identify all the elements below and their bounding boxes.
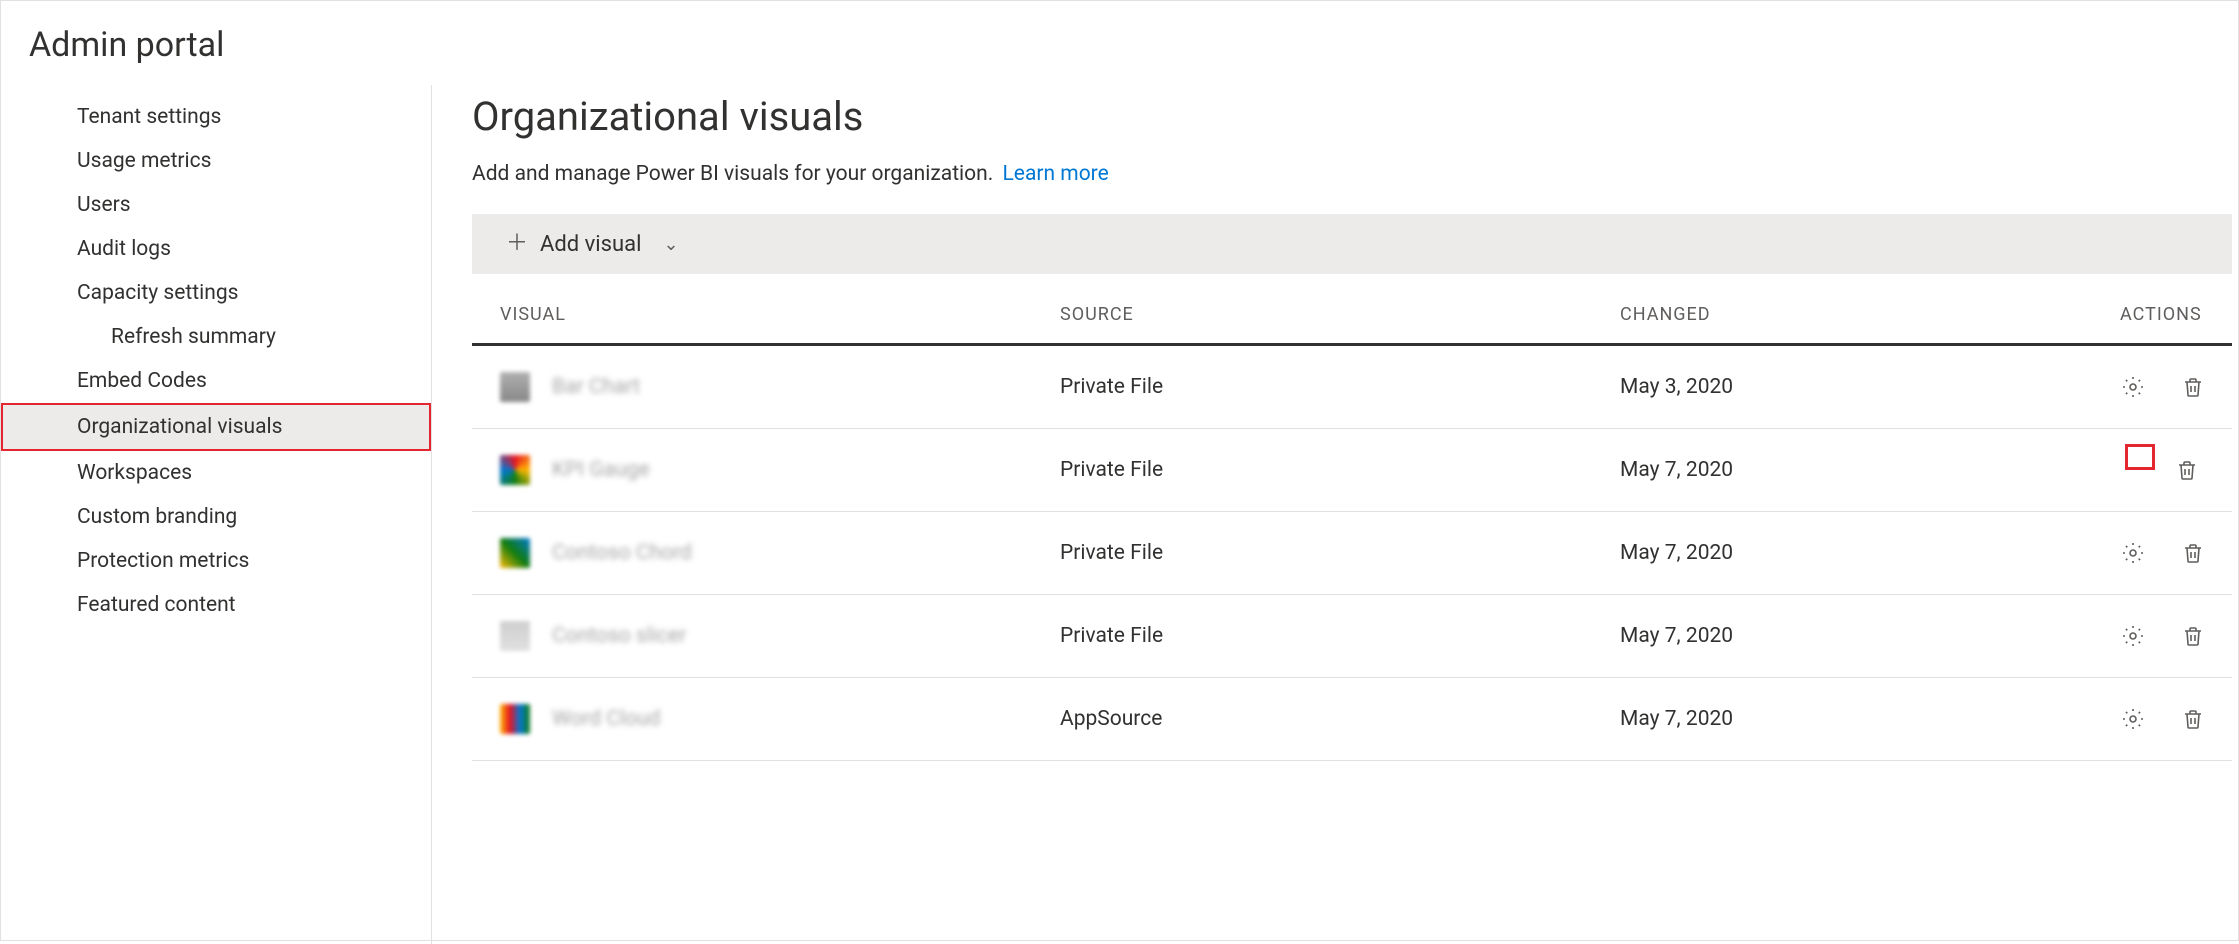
sidebar-item-audit-logs[interactable]: Audit logs — [1, 227, 431, 271]
table-row: Bar Chart Private FileMay 3, 2020 — [472, 346, 2232, 429]
sidebar-item-organizational-visuals[interactable]: Organizational visuals — [1, 403, 431, 451]
visual-thumbnail-icon — [500, 372, 530, 402]
sidebar-item-usage-metrics[interactable]: Usage metrics — [1, 139, 431, 183]
col-actions: ACTIONS — [2120, 304, 2206, 325]
delete-button[interactable] — [2180, 540, 2206, 566]
settings-button[interactable] — [2120, 540, 2146, 566]
cell-changed: May 7, 2020 — [1620, 707, 2120, 731]
table-row: Word Cloud AppSourceMay 7, 2020 — [472, 678, 2232, 761]
cell-actions — [2120, 706, 2210, 732]
cell-visual: Word Cloud — [500, 704, 1060, 734]
sidebar: Tenant settingsUsage metricsUsersAudit l… — [1, 85, 432, 944]
gear-icon — [2121, 541, 2145, 565]
cell-changed: May 7, 2020 — [1620, 541, 2120, 565]
visuals-table: VISUAL SOURCE CHANGED ACTIONS Bar Chart P… — [472, 304, 2232, 761]
add-visual-label: Add visual — [540, 232, 641, 257]
settings-button[interactable] — [2120, 706, 2146, 732]
cell-actions — [2120, 623, 2210, 649]
settings-button[interactable] — [2125, 444, 2155, 470]
visual-name: Word Cloud — [552, 707, 660, 731]
visual-thumbnail-icon — [500, 621, 530, 651]
cell-visual: KPI Gauge — [500, 455, 1060, 485]
table-body: Bar ChartPrivate FileMay 3, 2020KPI Gaug… — [472, 346, 2232, 761]
table-row: Contoso slicer Private FileMay 7, 2020 — [472, 595, 2232, 678]
layout: Tenant settingsUsage metricsUsersAudit l… — [1, 85, 2238, 944]
gear-icon — [2121, 624, 2145, 648]
visual-name: KPI Gauge — [552, 458, 650, 482]
trash-icon — [2181, 541, 2205, 565]
cell-changed: May 7, 2020 — [1620, 624, 2120, 648]
sidebar-item-custom-branding[interactable]: Custom branding — [1, 495, 431, 539]
table-header: VISUAL SOURCE CHANGED ACTIONS — [472, 304, 2232, 346]
col-changed[interactable]: CHANGED — [1620, 304, 2120, 325]
settings-button[interactable] — [2120, 374, 2146, 400]
cell-source: Private File — [1060, 541, 1620, 565]
visual-name: Bar Chart — [552, 375, 640, 399]
sidebar-item-protection-metrics[interactable]: Protection metrics — [1, 539, 431, 583]
main-subtitle: Add and manage Power BI visuals for your… — [472, 162, 2238, 186]
visual-thumbnail-icon — [500, 538, 530, 568]
learn-more-link[interactable]: Learn more — [1003, 162, 1109, 186]
add-visual-button[interactable]: ＋ Add visual ⌄ — [506, 232, 679, 257]
gear-icon — [2121, 375, 2145, 399]
visual-thumbnail-icon — [500, 704, 530, 734]
delete-button[interactable] — [2174, 457, 2200, 483]
cell-source: AppSource — [1060, 707, 1620, 731]
trash-icon — [2181, 707, 2205, 731]
delete-button[interactable] — [2180, 374, 2206, 400]
cell-source: Private File — [1060, 624, 1620, 648]
cell-source: Private File — [1060, 458, 1620, 482]
sidebar-item-users[interactable]: Users — [1, 183, 431, 227]
page-title: Admin portal — [1, 1, 2238, 65]
trash-icon — [2181, 375, 2205, 399]
sidebar-item-capacity-settings[interactable]: Capacity settings — [1, 271, 431, 315]
sidebar-item-embed-codes[interactable]: Embed Codes — [1, 359, 431, 403]
col-visual[interactable]: VISUAL — [500, 304, 1060, 325]
admin-portal-root: Admin portal Tenant settingsUsage metric… — [0, 0, 2239, 941]
delete-button[interactable] — [2180, 706, 2206, 732]
visual-thumbnail-icon — [500, 455, 530, 485]
cell-source: Private File — [1060, 375, 1620, 399]
table-row: Contoso Chord Private FileMay 7, 2020 — [472, 512, 2232, 595]
subtitle-text: Add and manage Power BI visuals for your… — [472, 162, 993, 186]
plus-icon: ＋ — [506, 233, 528, 255]
chevron-down-icon: ⌄ — [663, 234, 678, 255]
main-title: Organizational visuals — [472, 93, 2238, 140]
cell-actions — [2120, 374, 2210, 400]
sidebar-item-workspaces[interactable]: Workspaces — [1, 451, 431, 495]
col-source[interactable]: SOURCE — [1060, 304, 1620, 325]
main-content: Organizational visuals Add and manage Po… — [432, 85, 2238, 944]
delete-button[interactable] — [2180, 623, 2206, 649]
toolbar: ＋ Add visual ⌄ — [472, 214, 2232, 274]
trash-icon — [2175, 458, 2199, 482]
cell-visual: Contoso slicer — [500, 621, 1060, 651]
visual-name: Contoso Chord — [552, 541, 692, 565]
cell-changed: May 3, 2020 — [1620, 375, 2120, 399]
settings-button[interactable] — [2120, 623, 2146, 649]
gear-icon — [2121, 707, 2145, 731]
visual-name: Contoso slicer — [552, 624, 686, 648]
trash-icon — [2181, 624, 2205, 648]
cell-actions — [2120, 457, 2204, 483]
sidebar-item-tenant-settings[interactable]: Tenant settings — [1, 95, 431, 139]
table-row: KPI Gauge Private FileMay 7, 2020 — [472, 429, 2232, 512]
sidebar-item-featured-content[interactable]: Featured content — [1, 583, 431, 627]
cell-visual: Bar Chart — [500, 372, 1060, 402]
cell-actions — [2120, 540, 2210, 566]
cell-changed: May 7, 2020 — [1620, 458, 2120, 482]
sidebar-item-refresh-summary[interactable]: Refresh summary — [1, 315, 431, 359]
cell-visual: Contoso Chord — [500, 538, 1060, 568]
